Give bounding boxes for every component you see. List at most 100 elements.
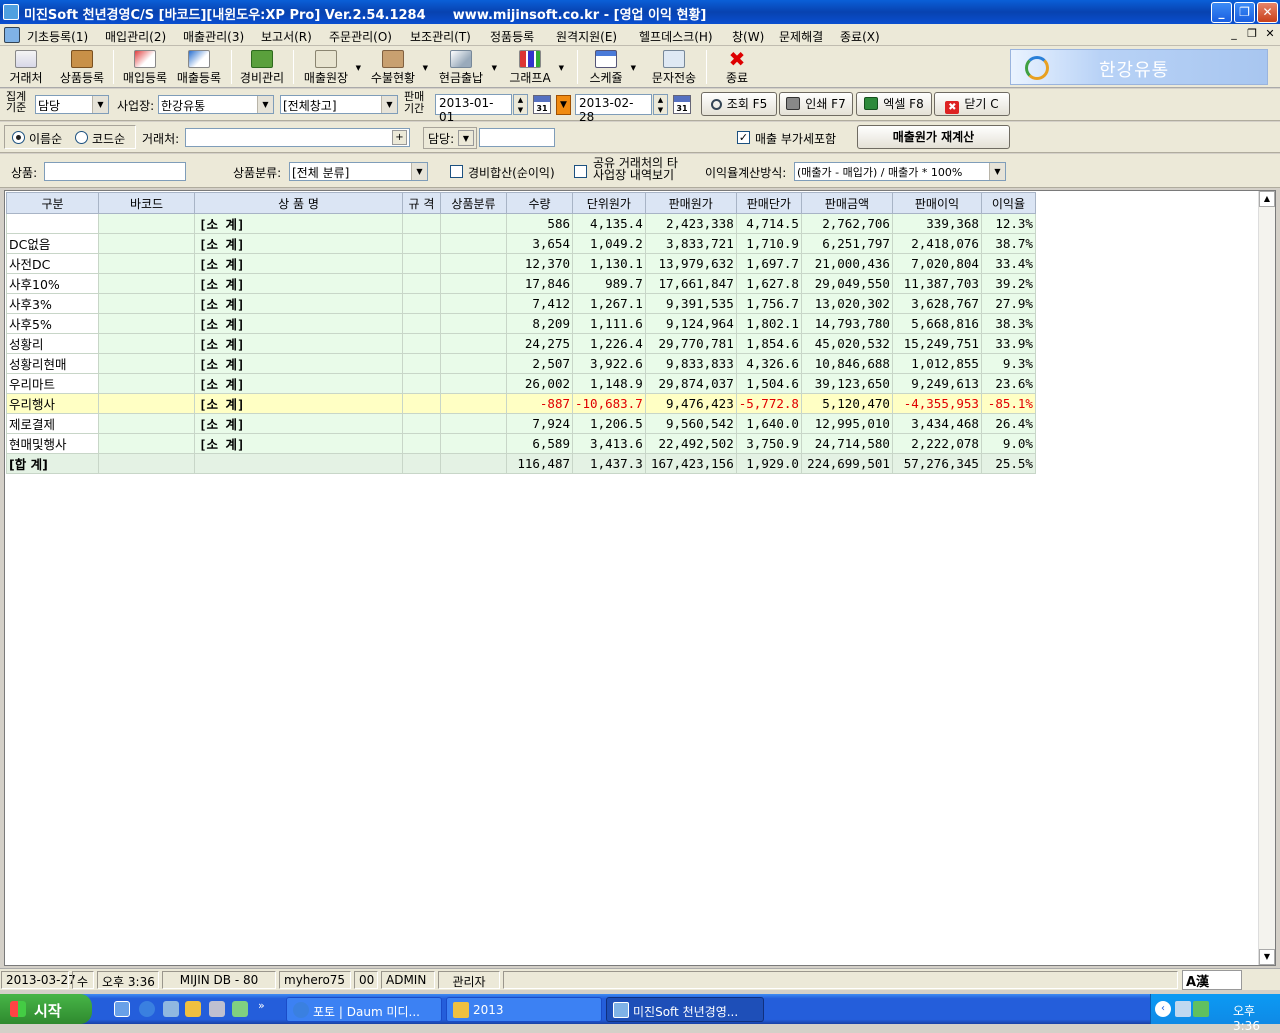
cell-sales-cost[interactable]: 22,492,502: [644, 433, 737, 454]
cell-category[interactable]: [440, 433, 507, 454]
cell-sales-cost[interactable]: 29,770,781: [644, 333, 737, 354]
cell-sales-cost[interactable]: 9,476,423: [644, 393, 737, 414]
tb-purchase-button[interactable]: 매입등록: [119, 48, 171, 86]
cell-category[interactable]: [440, 413, 507, 434]
cell-spec[interactable]: [402, 453, 441, 474]
cell-unit-cost[interactable]: 4,135.4: [572, 213, 646, 234]
tb-product-button[interactable]: 상품등록: [56, 48, 108, 86]
cell-spec[interactable]: [402, 313, 441, 334]
cell-category[interactable]: [440, 313, 507, 334]
cell-margin[interactable]: 33.4%: [980, 253, 1036, 274]
cell-unit-cost[interactable]: 1,226.4: [572, 333, 646, 354]
category-select[interactable]: [전체 분류] ▼: [289, 162, 428, 181]
cell-qty[interactable]: 12,370: [506, 253, 573, 274]
cell-profit[interactable]: 1,012,855: [891, 353, 982, 374]
client-add-button[interactable]: +: [392, 130, 407, 145]
menu-exit[interactable]: 종료(X): [840, 28, 880, 45]
table-row[interactable]: [소 계] 586 4,135.4 2,423,338 4,714.5 2,762,706…: [6, 213, 1036, 234]
quicklaunch-app-icon[interactable]: [232, 1001, 248, 1017]
cell-spec[interactable]: [402, 293, 441, 314]
cell-qty[interactable]: 586: [506, 213, 573, 234]
cell-profit[interactable]: 2,418,076: [891, 233, 982, 254]
cell-spec[interactable]: [402, 273, 441, 294]
col-spec[interactable]: 규 격: [402, 192, 441, 214]
cell-product-name[interactable]: [소 계]: [194, 273, 403, 294]
ime-indicator[interactable]: A漢: [1182, 970, 1242, 990]
cell-unit-cost[interactable]: 1,148.9: [572, 373, 646, 394]
table-row[interactable]: 성황리 [소 계] 24,275 1,226.4 29,770,781 1,854.6 45…: [6, 333, 1036, 354]
mdi-close-button[interactable]: ✕: [1262, 27, 1278, 42]
cell-spec[interactable]: [402, 433, 441, 454]
dropdown-arrow-icon[interactable]: ▼: [492, 64, 497, 72]
tb-expense-button[interactable]: 경비관리: [236, 48, 288, 86]
cell-margin[interactable]: 23.6%: [980, 373, 1036, 394]
warehouse-select[interactable]: [전체창고] ▼: [280, 95, 398, 114]
table-row[interactable]: 사후10% [소 계] 17,846 989.7 17,661,847 1,627.8 29…: [6, 273, 1036, 294]
table-row[interactable]: 우리마트 [소 계] 26,002 1,148.9 29,874,037 1,504.6 3…: [6, 373, 1036, 394]
cell-unit-cost[interactable]: 1,130.1: [572, 253, 646, 274]
site-select[interactable]: 한강유통 ▼: [158, 95, 274, 114]
cell-barcode[interactable]: [98, 273, 195, 294]
mdi-minimize-button[interactable]: _: [1226, 27, 1242, 42]
client-input[interactable]: [185, 128, 410, 147]
cell-profit[interactable]: -4,355,953: [891, 393, 982, 414]
cell-barcode[interactable]: [98, 373, 195, 394]
cell-qty[interactable]: 26,002: [506, 373, 573, 394]
menu-aux[interactable]: 보조관리(T): [410, 28, 471, 45]
task-mijinsoft[interactable]: 미진Soft 천년경영...: [606, 997, 764, 1022]
cell-group[interactable]: 우리마트: [6, 373, 99, 394]
cell-sales-amount[interactable]: 2,762,706: [800, 213, 893, 234]
cell-category[interactable]: [440, 333, 507, 354]
cell-category[interactable]: [440, 233, 507, 254]
cell-product-name[interactable]: [소 계]: [194, 233, 403, 254]
cell-unit-price[interactable]: 1,627.8: [735, 273, 802, 294]
cell-sales-cost[interactable]: 9,391,535: [644, 293, 737, 314]
cell-unit-cost[interactable]: 1,111.6: [572, 313, 646, 334]
manager-input[interactable]: [479, 128, 555, 147]
date-range-dropdown-icon[interactable]: ▼: [556, 95, 571, 115]
cell-unit-price[interactable]: 1,697.7: [735, 253, 802, 274]
cell-barcode[interactable]: [98, 413, 195, 434]
cell-profit[interactable]: 11,387,703: [891, 273, 982, 294]
col-margin[interactable]: 이익율: [980, 192, 1036, 214]
cell-group[interactable]: 성황리: [6, 333, 99, 354]
table-row[interactable]: 사전DC [소 계] 12,370 1,130.1 13,979,632 1,697.7 2…: [6, 253, 1036, 274]
cell-unit-price[interactable]: 1,756.7: [735, 293, 802, 314]
col-sales-cost[interactable]: 판매원가: [644, 192, 737, 214]
cell-sales-amount[interactable]: 29,049,550: [800, 273, 893, 294]
table-row[interactable]: 성황리현매 [소 계] 2,507 3,922.6 9,833,833 4,326.6 10…: [6, 353, 1036, 374]
cell-sales-cost[interactable]: 3,833,721: [644, 233, 737, 254]
shared-checkbox[interactable]: [574, 165, 587, 178]
minimize-button[interactable]: _: [1211, 2, 1232, 23]
tray-network-icon[interactable]: [1175, 1001, 1191, 1017]
cell-barcode[interactable]: [98, 233, 195, 254]
cell-margin[interactable]: 26.4%: [980, 413, 1036, 434]
cell-spec[interactable]: [402, 373, 441, 394]
cell-sales-amount[interactable]: 24,714,580: [800, 433, 893, 454]
cell-barcode[interactable]: [98, 293, 195, 314]
cell-barcode[interactable]: [98, 213, 195, 234]
cell-profit[interactable]: 5,668,816: [891, 313, 982, 334]
task-browser[interactable]: 포토 | Daum 미디...: [286, 997, 442, 1022]
menu-helpdesk[interactable]: 헬프데스크(H): [639, 28, 713, 45]
cell-sales-amount[interactable]: 45,020,532: [800, 333, 893, 354]
cell-margin[interactable]: 27.9%: [980, 293, 1036, 314]
cell-category[interactable]: [440, 353, 507, 374]
cell-category[interactable]: [440, 293, 507, 314]
cell-product-name[interactable]: [소 계]: [194, 253, 403, 274]
cell-profit[interactable]: 7,020,804: [891, 253, 982, 274]
cell-unit-cost[interactable]: 989.7: [572, 273, 646, 294]
cell-barcode[interactable]: [98, 393, 195, 414]
cell-barcode[interactable]: [98, 453, 195, 474]
cell-group[interactable]: [합 계]: [6, 453, 99, 474]
table-row[interactable]: 제로결제 [소 계] 7,924 1,206.5 9,560,542 1,640.0 12,…: [6, 413, 1036, 434]
col-sales-amount[interactable]: 판매금액: [800, 192, 893, 214]
tb-schedule-button[interactable]: 스케쥴 ▼: [585, 48, 636, 86]
maximize-button[interactable]: ❐: [1234, 2, 1255, 23]
tray-check-icon[interactable]: [1193, 1001, 1209, 1017]
data-grid[interactable]: 구분 바코드 상 품 명 규 격 상품분류 수량 단위원가 판매원가 판매단가 …: [4, 190, 1276, 966]
manager-dropdown-icon[interactable]: ▼: [458, 130, 474, 146]
cell-category[interactable]: [440, 393, 507, 414]
dropdown-arrow-icon[interactable]: ▼: [356, 64, 361, 72]
quicklaunch-folder-icon[interactable]: [185, 1001, 201, 1017]
